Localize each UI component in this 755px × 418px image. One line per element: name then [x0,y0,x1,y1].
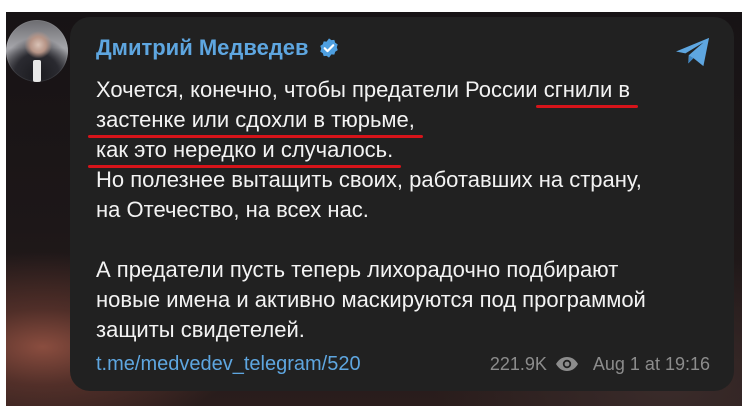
message-line: застенке или сдохли в тюрьме, [88,105,716,138]
message-line: защиты свидетелей. [96,315,716,345]
verified-badge-icon [319,38,338,58]
message-line-text: защиты свидетелей. [96,317,305,342]
author-name[interactable]: Дмитрий Медведев [96,35,309,61]
message-line-text: на Отечество, на всех нас. [96,197,369,222]
message-text: Хочется, конечно, чтобы предатели России… [87,75,716,345]
eye-icon [555,357,578,371]
message-header: Дмитрий Медведев [96,35,340,61]
screenshot-stage: Дмитрий Медведев Хочется, конечно, чтобы… [0,0,755,418]
post-link[interactable]: t.me/medvedev_telegram/520 [96,353,361,376]
author-avatar[interactable] [6,20,68,82]
post-date: Aug 1 at 19:16 [592,353,710,374]
message-line-text: новые имена и активно маскируются под пр… [96,287,646,312]
message-line-text: Но полезнее вытащить своих, работавших н… [96,167,642,192]
message-meta: 221.9K Aug 1 at 19:16 [490,354,710,375]
avatar-shirt-detail [33,60,41,82]
message-line: Хочется, конечно, чтобы предатели России… [96,75,716,108]
message-line: А предатели пусть теперь лихорадочно под… [96,255,716,285]
underlined-phrase: застенке или сдохли в тюрьме, [88,105,423,138]
message-line: на Отечество, на всех нас. [96,195,716,225]
message-line: как это нередко и случалось. [87,135,716,168]
message-bubble: Дмитрий Медведев Хочется, конечно, чтобы… [70,17,734,391]
view-count: 221.9K [489,353,547,374]
underlined-phrase: как это нередко и случалось. [87,135,402,168]
message-line-text: Хочется, конечно, чтобы предатели России [96,77,544,102]
message-line: новые имена и активно маскируются под пр… [96,285,716,315]
message-line-text: А предатели пусть теперь лихорадочно под… [96,257,619,282]
message-line: Но полезнее вытащить своих, работавших н… [96,165,716,195]
underlined-phrase: сгнили в [535,75,639,108]
telegram-share-icon[interactable] [674,35,712,69]
message-footer: t.me/medvedev_telegram/520 221.9K Aug 1 … [96,351,710,377]
